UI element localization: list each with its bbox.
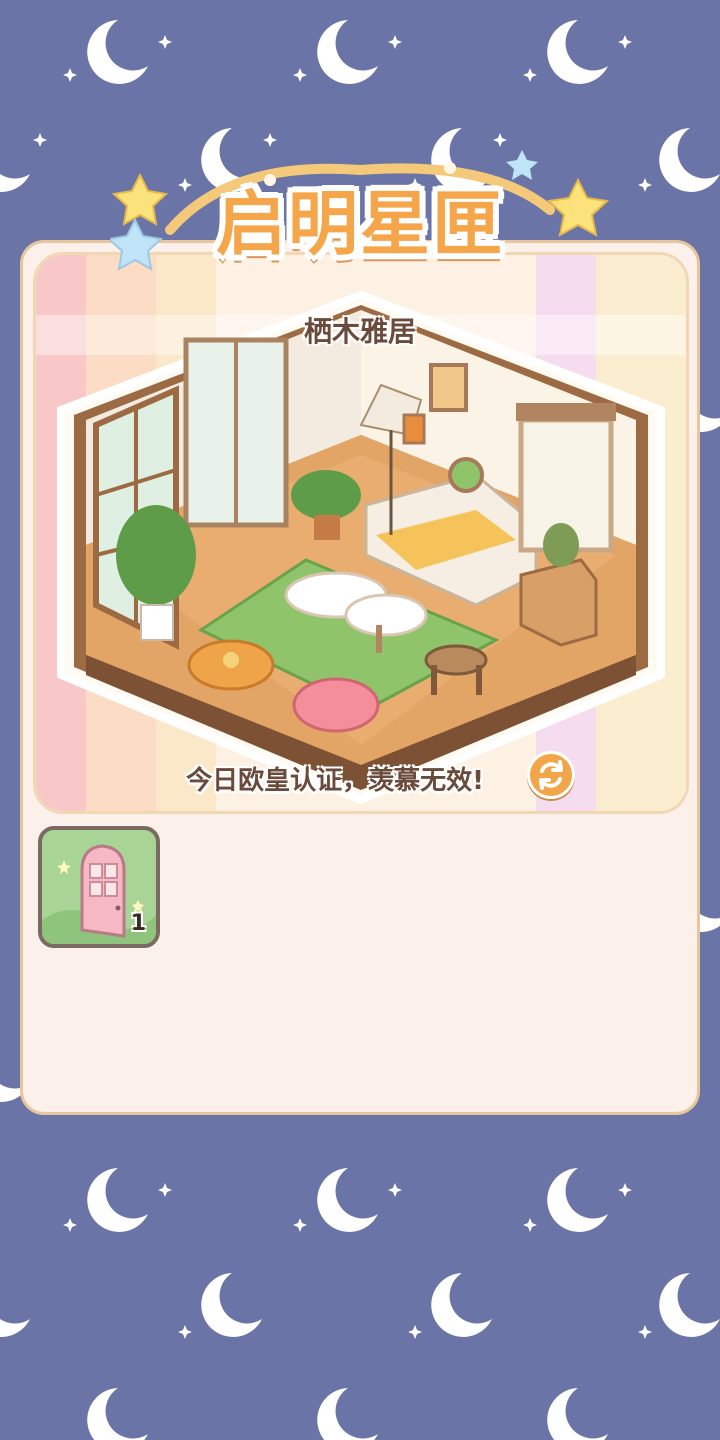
- title-banner: 启明星匣: [110, 150, 610, 280]
- reward-item-tile[interactable]: 1: [38, 826, 160, 948]
- refresh-button[interactable]: [527, 751, 575, 799]
- refresh-icon: [539, 760, 563, 790]
- box-title: 启明星匣: [216, 183, 504, 265]
- caption-text: 今日欧皇认证，羡慕无效!: [186, 766, 484, 796]
- item-count: 1: [130, 911, 146, 936]
- room-name: 栖木雅居: [303, 315, 416, 348]
